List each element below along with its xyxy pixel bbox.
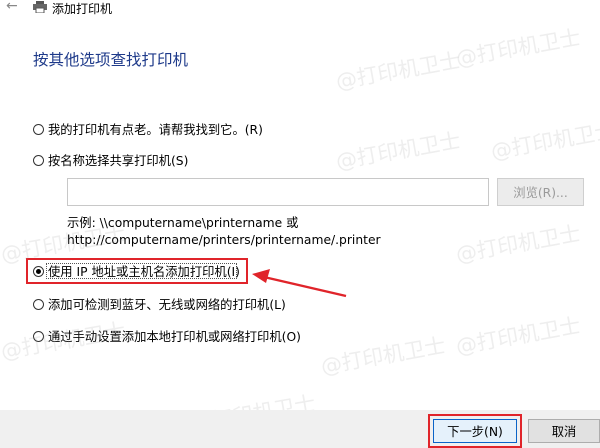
watermark: @打印机卫士 bbox=[319, 333, 448, 379]
option-manual-setup[interactable]: 通过手动设置添加本地打印机或网络打印机(O) bbox=[33, 327, 301, 345]
back-arrow-icon[interactable]: ← bbox=[6, 0, 18, 14]
share-example-text: 示例: \\computername\printername 或 http://… bbox=[67, 215, 381, 249]
option-shared-printer-label: 按名称选择共享打印机(S) bbox=[48, 154, 189, 168]
printer-icon bbox=[33, 1, 47, 13]
cancel-button[interactable]: 取消 bbox=[528, 419, 600, 443]
option-manual-setup-label: 通过手动设置添加本地打印机或网络打印机(O) bbox=[48, 330, 301, 344]
watermark: @打印机卫士 bbox=[334, 128, 463, 174]
watermark: @打印机卫士 bbox=[454, 313, 583, 359]
watermark: @打印机卫士 bbox=[334, 48, 463, 94]
radio-ip-address[interactable] bbox=[33, 265, 44, 277]
option-ip-address[interactable]: 使用 IP 地址或主机名添加打印机(I) bbox=[33, 262, 240, 280]
radio-manual-setup[interactable] bbox=[33, 330, 44, 342]
option-old-printer-label: 我的打印机有点老。请帮我找到它。(R) bbox=[48, 123, 263, 137]
example-line-1: 示例: \\computername\printername 或 bbox=[67, 216, 299, 230]
title-bar: ← 添加打印机 bbox=[0, 0, 600, 18]
example-line-2: http://computername/printers/printername… bbox=[67, 233, 381, 247]
option-ip-address-label: 使用 IP 地址或主机名添加打印机(I) bbox=[48, 265, 240, 279]
radio-shared-printer[interactable] bbox=[33, 154, 44, 166]
watermark: @打印机卫士 bbox=[489, 118, 600, 164]
option-old-printer[interactable]: 我的打印机有点老。请帮我找到它。(R) bbox=[33, 120, 263, 138]
watermark: @打印机卫士 bbox=[454, 221, 583, 267]
page-heading: 按其他选项查找打印机 bbox=[33, 51, 189, 69]
next-button[interactable]: 下一步(N) bbox=[433, 419, 517, 443]
browse-button[interactable]: 浏览(R)... bbox=[497, 178, 584, 206]
window-title: 添加打印机 bbox=[52, 2, 113, 16]
option-shared-printer[interactable]: 按名称选择共享打印机(S) bbox=[33, 151, 188, 169]
radio-bluetooth-wireless[interactable] bbox=[33, 298, 44, 310]
option-bluetooth-wireless[interactable]: 添加可检测到蓝牙、无线或网络的打印机(L) bbox=[33, 295, 286, 313]
shared-printer-name-input[interactable] bbox=[67, 178, 489, 206]
option-bluetooth-wireless-label: 添加可检测到蓝牙、无线或网络的打印机(L) bbox=[48, 298, 286, 312]
radio-old-printer[interactable] bbox=[33, 123, 44, 135]
watermark: @打印机卫士 bbox=[454, 25, 583, 71]
